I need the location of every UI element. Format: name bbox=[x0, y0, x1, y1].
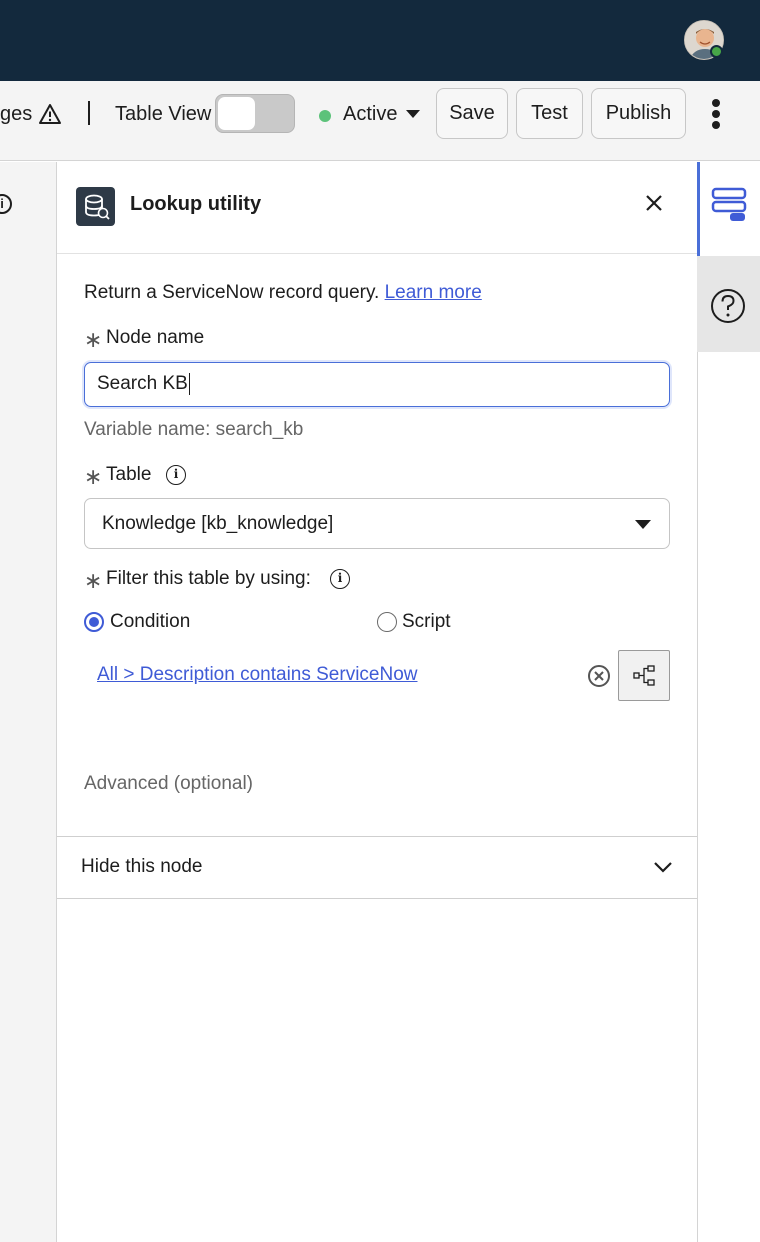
clear-circle-icon[interactable] bbox=[587, 664, 611, 688]
node-name-input[interactable]: Search KB bbox=[84, 362, 670, 407]
warning-triangle-icon[interactable] bbox=[38, 103, 62, 125]
status-dropdown-label[interactable]: Active bbox=[343, 102, 397, 126]
section-divider bbox=[57, 898, 697, 899]
rail-tab-help[interactable] bbox=[697, 256, 760, 352]
changes-label[interactable]: ges bbox=[0, 102, 32, 126]
node-name-label: Node name bbox=[106, 327, 205, 348]
status-chevron-down-icon[interactable] bbox=[406, 110, 420, 118]
select-chevron-down-icon[interactable] bbox=[635, 520, 651, 529]
panel-description: Return a ServiceNow record query. Learn … bbox=[84, 281, 482, 305]
filter-info-icon[interactable]: i bbox=[330, 569, 350, 589]
test-button[interactable]: Test bbox=[516, 88, 583, 139]
hide-node-label[interactable]: Hide this node bbox=[81, 855, 202, 879]
table-label: Table bbox=[106, 464, 152, 485]
rail-tab-properties[interactable] bbox=[697, 162, 760, 256]
top-header bbox=[0, 0, 760, 81]
condition-builder-button[interactable] bbox=[618, 650, 670, 701]
toolbar-divider bbox=[88, 101, 90, 125]
more-options-icon[interactable] bbox=[711, 99, 721, 129]
required-asterisk: ∗ bbox=[84, 464, 103, 489]
text-cursor bbox=[188, 372, 191, 395]
help-circle-icon bbox=[711, 289, 745, 323]
condition-option-label[interactable]: Condition bbox=[110, 610, 190, 634]
toggle-knob bbox=[218, 97, 255, 130]
description-text: Return a ServiceNow record query. bbox=[84, 282, 380, 303]
left-canvas-strip bbox=[0, 162, 57, 1242]
condition-tree-icon bbox=[633, 665, 655, 686]
table-select-value: Knowledge [kb_knowledge] bbox=[102, 513, 334, 534]
close-icon[interactable] bbox=[642, 191, 666, 215]
layers-icon bbox=[711, 187, 747, 221]
status-dot bbox=[319, 110, 331, 122]
section-divider bbox=[57, 836, 697, 837]
table-view-label: Table View bbox=[115, 103, 212, 125]
script-radio[interactable] bbox=[377, 612, 397, 632]
condition-radio[interactable] bbox=[84, 612, 104, 632]
database-icon bbox=[76, 187, 115, 226]
table-select[interactable]: Knowledge [kb_knowledge] bbox=[84, 498, 670, 549]
publish-button[interactable]: Publish bbox=[591, 88, 686, 139]
online-status-indicator bbox=[710, 45, 723, 58]
node-properties-panel bbox=[57, 162, 697, 1242]
required-asterisk: ∗ bbox=[84, 327, 103, 352]
panel-title: Lookup utility bbox=[130, 193, 262, 215]
filter-label: Filter this table by using: bbox=[106, 568, 311, 589]
required-asterisk: ∗ bbox=[84, 568, 103, 593]
variable-name-hint: Variable name: search_kb bbox=[84, 419, 304, 440]
condition-summary-link[interactable]: All > Description contains ServiceNow bbox=[97, 663, 418, 687]
chevron-down-icon[interactable] bbox=[652, 856, 674, 878]
advanced-section-toggle[interactable]: Advanced (optional) bbox=[84, 772, 253, 796]
save-button[interactable]: Save bbox=[436, 88, 508, 139]
script-option-label[interactable]: Script bbox=[402, 610, 451, 634]
learn-more-link[interactable]: Learn more bbox=[385, 282, 482, 303]
table-view-toggle[interactable] bbox=[215, 94, 295, 133]
node-name-value: Search KB bbox=[97, 373, 188, 394]
table-info-icon[interactable]: i bbox=[166, 465, 186, 485]
